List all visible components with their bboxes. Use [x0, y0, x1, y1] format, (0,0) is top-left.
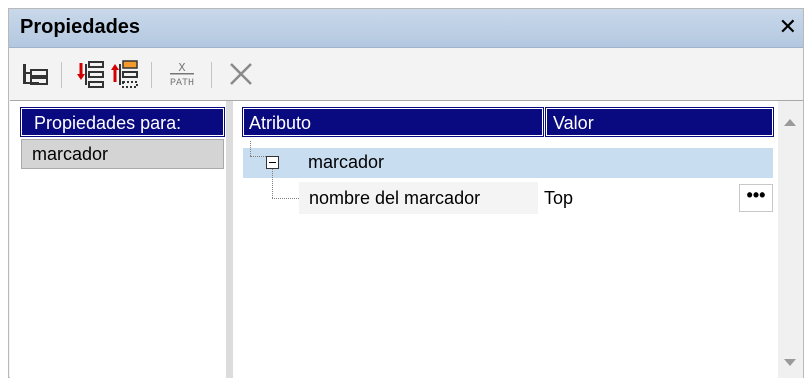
tree-connector [250, 156, 266, 157]
attribute-column-header[interactable]: Atributo [242, 107, 544, 137]
scroll-down-icon[interactable] [784, 359, 796, 366]
delete-icon[interactable] [224, 58, 256, 90]
attribute-value[interactable]: Top [544, 188, 573, 209]
xpath-icon[interactable]: X PATH [166, 58, 198, 90]
title-bar: Propiedades ✕ [9, 9, 803, 48]
xpath-icon-top: X [178, 61, 185, 75]
tree-connector [272, 169, 273, 198]
collapse-icon[interactable] [266, 156, 279, 169]
properties-for-item[interactable]: marcador [21, 139, 224, 169]
node-label: marcador [308, 152, 385, 172]
pane-splitter[interactable] [226, 101, 233, 378]
toolbar-separator [151, 62, 152, 88]
close-icon[interactable]: ✕ [779, 14, 797, 40]
toolbar-separator [61, 62, 62, 88]
tree-view-icon[interactable] [19, 58, 51, 90]
table-row[interactable]: nombre del marcador Top ••• [299, 182, 773, 214]
tree-connector [250, 141, 251, 156]
properties-content: Propiedades para: marcador Atributo Valo… [10, 100, 803, 378]
properties-for-header: Propiedades para: [20, 107, 225, 137]
scroll-up-icon[interactable] [784, 119, 796, 126]
toolbar-separator [211, 62, 212, 88]
vertical-scrollbar[interactable] [778, 101, 803, 378]
append-child-icon[interactable] [109, 58, 141, 90]
properties-window: Propiedades ✕ X PATH Propiedades para: m… [8, 8, 804, 378]
attribute-panel: Atributo Valor marcador nombre del marca… [233, 101, 803, 378]
value-column-header[interactable]: Valor [545, 107, 774, 137]
properties-for-panel: Propiedades para: marcador [20, 107, 225, 376]
attribute-cell: nombre del marcador [299, 182, 538, 214]
insert-child-icon[interactable] [75, 58, 107, 90]
node-row[interactable]: marcador [243, 148, 773, 178]
toolbar: X PATH [9, 48, 803, 100]
xpath-icon-bottom: PATH [170, 78, 194, 89]
attribute-name: nombre del marcador [309, 188, 481, 208]
tree-connector [272, 198, 299, 199]
edit-value-button[interactable]: ••• [739, 184, 773, 212]
window-title: Propiedades [20, 16, 141, 38]
